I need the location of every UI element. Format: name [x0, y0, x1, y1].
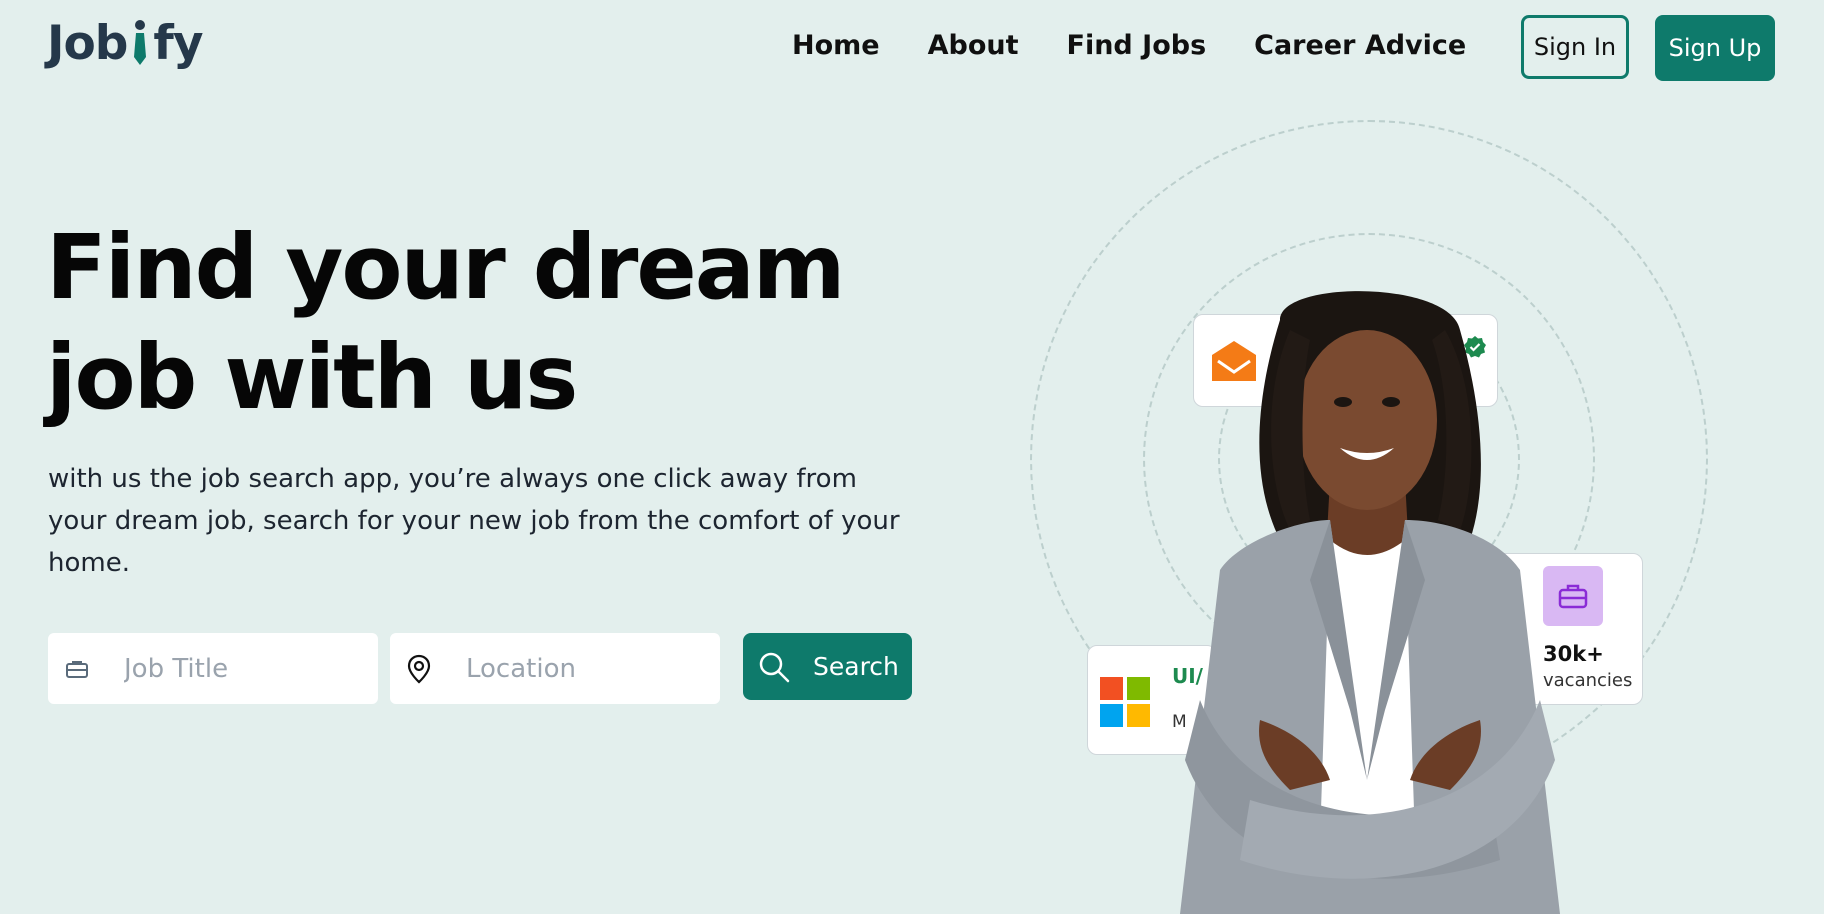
logo[interactable]: Job fy — [47, 16, 204, 71]
search-button[interactable]: Search — [743, 633, 912, 700]
nav-find-jobs[interactable]: Find Jobs — [1067, 30, 1207, 61]
hero-title-line-2: job with us — [46, 325, 578, 429]
logo-text-start: Job — [47, 16, 128, 71]
nav-home[interactable]: Home — [792, 30, 880, 61]
tie-icon — [129, 19, 151, 65]
search-button-label: Search — [813, 652, 899, 681]
location-field[interactable] — [390, 633, 720, 704]
job-title-input[interactable] — [122, 652, 336, 685]
main-nav: Home About Find Jobs Career Advice — [792, 30, 1514, 61]
search-icon — [757, 650, 791, 684]
location-input[interactable] — [464, 652, 678, 685]
hero-title-line-1: Find your dream — [46, 215, 846, 319]
map-pin-icon — [404, 654, 434, 684]
hero-subtitle: with us the job search app, you’re alway… — [48, 464, 900, 578]
job-title-field[interactable] — [48, 633, 378, 704]
logo-text-end: fy — [153, 16, 203, 71]
nav-about[interactable]: About — [928, 30, 1019, 61]
person-illustration — [1180, 291, 1560, 914]
nav-career-advice[interactable]: Career Advice — [1254, 30, 1466, 61]
briefcase-icon — [62, 654, 92, 684]
sign-up-button[interactable]: Sign Up — [1655, 15, 1775, 81]
sign-in-button[interactable]: Sign In — [1521, 15, 1629, 79]
windows-logo — [1100, 677, 1150, 731]
hero-title: Find your dream job with us — [46, 212, 946, 432]
